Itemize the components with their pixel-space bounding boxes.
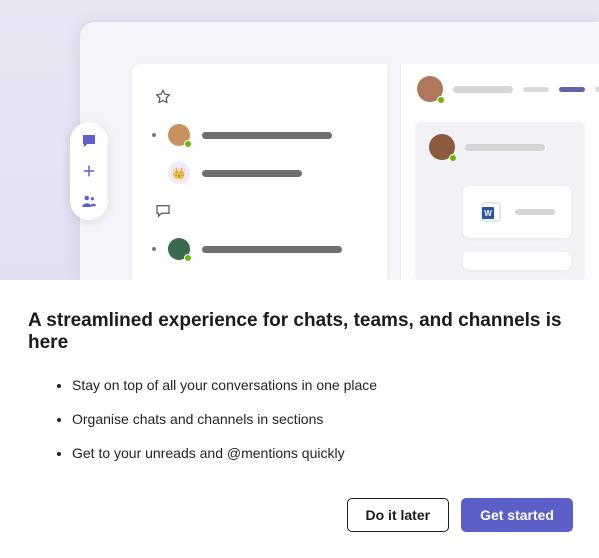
file-attachment-card: W [463,186,571,238]
bullet-item: Organise chats and channels in sections [72,410,571,429]
conversation-tabs [523,87,599,92]
headline: A streamlined experience for chats, team… [28,310,571,354]
chat-icon [80,132,98,150]
teams-header [148,268,371,280]
get-started-button[interactable]: Get started [461,498,573,532]
avatar [429,134,455,160]
teams-icon [152,276,174,280]
nav-rail [70,122,108,220]
presence-badge [184,254,192,262]
presence-badge [184,140,192,148]
tab [595,87,599,92]
chat-list-item [148,116,371,154]
avatar [168,238,190,260]
placeholder-line [202,132,332,139]
chats-header [148,192,371,230]
placeholder-line [202,246,342,253]
reply-box [463,252,571,270]
bullet-item: Stay on top of all your conversations in… [72,376,571,395]
presence-badge [437,96,445,104]
avatar [417,76,443,102]
chat-list-item [148,230,371,268]
star-icon [152,86,174,108]
tab-active [559,87,585,92]
placeholder-line [202,170,302,177]
unread-dot [152,247,156,251]
content-pane: W [400,64,599,280]
placeholder-line [453,86,513,93]
speech-bubble-icon [152,200,174,222]
dialog-actions: Do it later Get started [347,498,574,532]
message-block: W [415,122,585,280]
favorites-header [148,78,371,116]
chat-list-item: 👑 [148,154,371,192]
svg-text:W: W [484,209,492,218]
plus-icon [80,162,98,180]
dialog-body: A streamlined experience for chats, team… [0,280,599,463]
feature-bullets: Stay on top of all your conversations in… [28,376,571,463]
placeholder-line [465,144,545,151]
people-icon [80,192,98,210]
unread-dot [152,133,156,137]
word-doc-icon: W [479,200,503,224]
do-it-later-button[interactable]: Do it later [347,498,450,532]
bullet-item: Get to your unreads and @mentions quickl… [72,444,571,463]
tab [523,87,549,92]
crown-icon: 👑 [168,162,190,184]
hero-illustration: 👑 [0,0,599,280]
avatar [168,124,190,146]
presence-badge [449,154,457,162]
app-window: 👑 [80,22,599,280]
placeholder-line [515,209,555,215]
conversation-header [401,64,599,114]
chat-list-panel: 👑 [132,64,387,280]
